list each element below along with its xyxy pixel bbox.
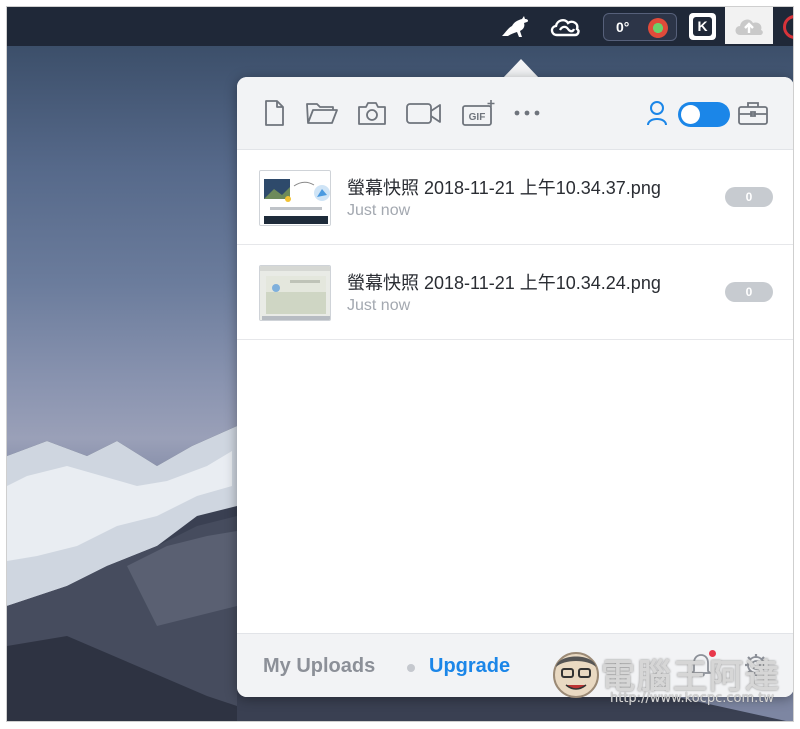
upload-row[interactable]: 螢幕快照 2018-11-21 上午10.34.24.png Just now … <box>237 245 793 340</box>
upload-thumbnail[interactable] <box>259 170 331 226</box>
record-icon[interactable] <box>783 15 793 39</box>
user-icon[interactable] <box>645 99 669 127</box>
open-folder-icon[interactable] <box>305 99 339 127</box>
my-uploads-link[interactable]: My Uploads <box>263 655 375 678</box>
creative-cloud-icon[interactable] <box>547 13 583 40</box>
weather-icon <box>648 18 668 38</box>
mascot-watermark-icon <box>553 652 599 698</box>
upload-filename: 螢幕快照 2018-11-21 上午10.34.37.png <box>347 178 661 198</box>
upload-time: Just now <box>347 202 411 219</box>
view-count-badge[interactable]: 0 <box>725 187 773 207</box>
upload-thumbnail[interactable] <box>259 265 331 321</box>
briefcase-icon[interactable] <box>737 99 769 127</box>
temperature-label: 0° <box>616 19 630 35</box>
upload-filename: 螢幕快照 2018-11-21 上午10.34.24.png <box>347 273 661 293</box>
upload-row[interactable]: 螢幕快照 2018-11-21 上午10.34.37.png Just now … <box>237 150 793 245</box>
more-icon[interactable] <box>513 99 541 127</box>
view-count-badge[interactable]: 0 <box>725 282 773 302</box>
gif-label: GIF <box>469 112 486 123</box>
upgrade-link[interactable]: Upgrade <box>429 655 510 678</box>
menu-bar: 0° K <box>7 7 793 46</box>
video-icon[interactable] <box>405 99 443 127</box>
panel-caret <box>503 59 539 78</box>
toggle-switch[interactable] <box>678 102 730 127</box>
kangaroo-icon[interactable] <box>497 13 533 40</box>
gif-icon[interactable]: GIF <box>461 99 497 127</box>
new-file-icon[interactable] <box>261 99 287 127</box>
footer-separator <box>407 664 415 672</box>
upload-time: Just now <box>347 297 411 314</box>
upload-list: 螢幕快照 2018-11-21 上午10.34.37.png Just now … <box>237 150 793 340</box>
toggle-knob <box>681 105 700 124</box>
camera-icon[interactable] <box>357 99 387 127</box>
cloud-upload-icon[interactable] <box>725 7 773 44</box>
capture-toolbar: GIF <box>237 77 793 150</box>
k-app-icon[interactable]: K <box>689 13 716 40</box>
screenshot-frame: 0° K GIF 螢幕快照 2018-11-21 上午10.34.37.png … <box>6 6 794 722</box>
watermark-url: http://www.kocpc.com.tw <box>610 691 774 706</box>
weather-widget[interactable]: 0° <box>603 13 677 41</box>
uploads-popup: GIF 螢幕快照 2018-11-21 上午10.34.37.png Just … <box>237 77 793 697</box>
